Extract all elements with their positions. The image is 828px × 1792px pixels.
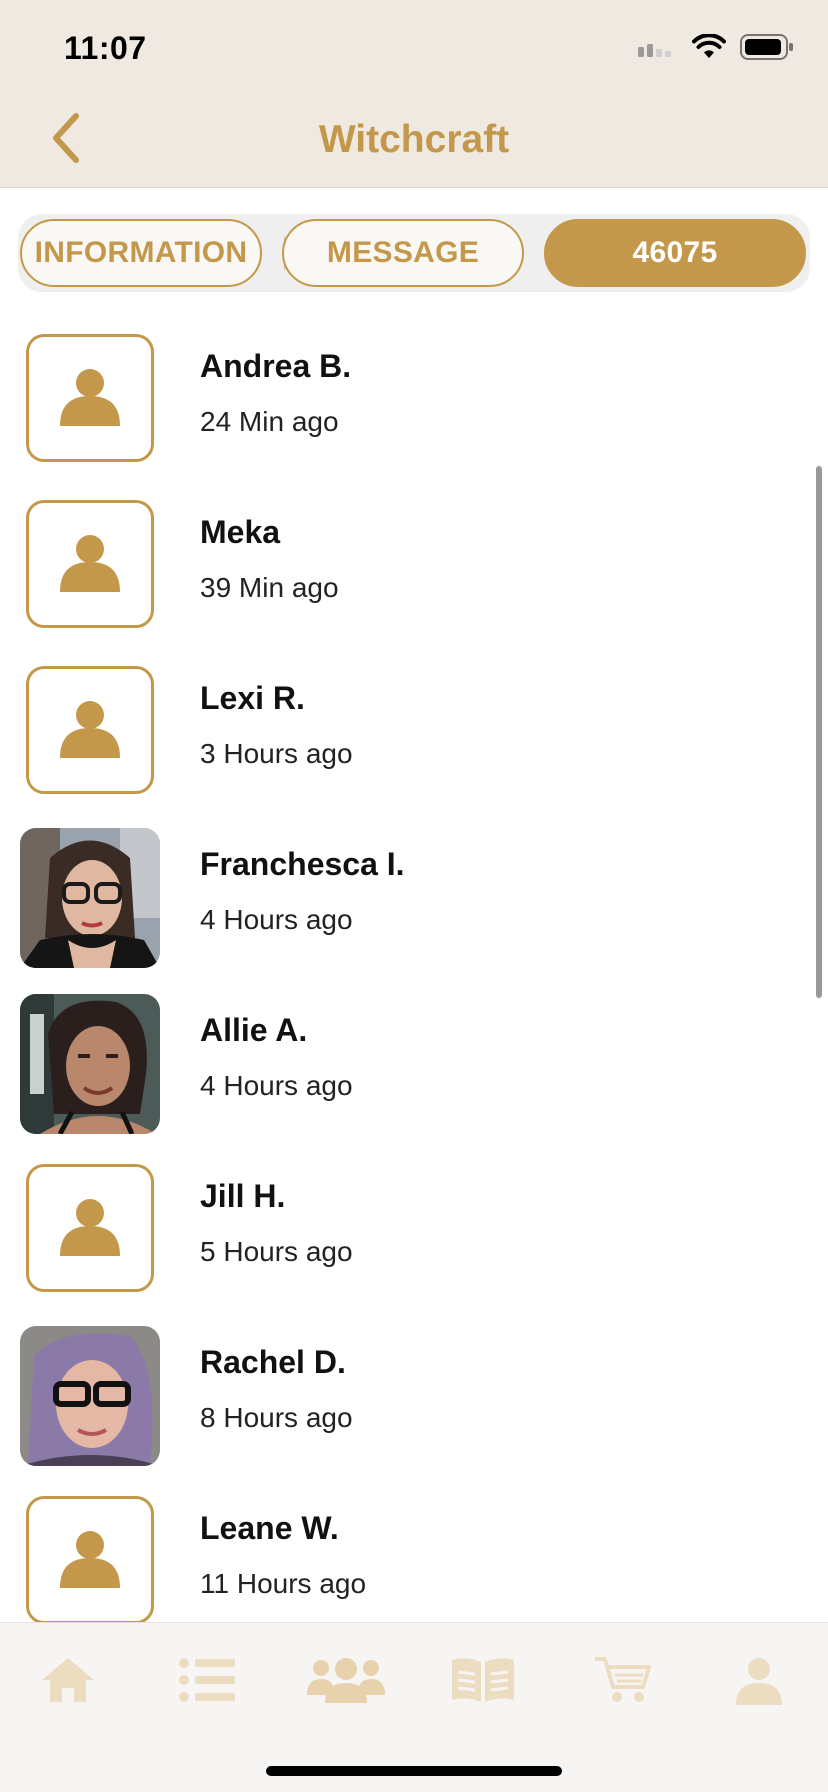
wifi-icon [692,33,726,65]
avatar-placeholder [26,334,154,462]
person-icon [58,364,122,433]
battery-icon [740,34,794,65]
member-last-active: 3 Hours ago [200,738,353,769]
member-name: Andrea B. [200,348,352,384]
list-item[interactable]: Andrea B. 24 Min ago [0,318,828,484]
tab-cart[interactable] [572,1647,672,1717]
member-name: Leane W. [200,1510,339,1546]
tab-message[interactable]: MESSAGE [282,219,524,287]
person-icon [58,696,122,765]
status-bar: 11:07 [0,0,828,92]
avatar-placeholder [26,666,154,794]
cart-icon [593,1655,651,1710]
status-time: 11:07 [64,30,147,66]
member-last-active: 4 Hours ago [200,904,353,935]
segment-control: INFORMATION MESSAGE 46075 [18,214,810,292]
member-last-active: 4 Hours ago [200,1070,353,1101]
profile-icon [734,1655,784,1710]
home-indicator [266,1766,562,1776]
member-name: Franchesca I. [200,846,405,882]
scrollbar[interactable] [816,466,822,998]
tab-home[interactable] [18,1647,118,1717]
member-last-active: 8 Hours ago [200,1402,353,1433]
person-icon [58,530,122,599]
tab-members-count[interactable]: 46075 [544,219,806,287]
member-name: Meka [200,514,281,550]
list-item[interactable]: Jill H. 5 Hours ago [0,1148,828,1314]
member-last-active: 24 Min ago [200,406,339,437]
list-item[interactable]: Franchesca I. 4 Hours ago [0,816,828,982]
member-name: Jill H. [200,1178,286,1214]
list-item[interactable]: Rachel D. 8 Hours ago [0,1314,828,1480]
avatar-placeholder [26,1496,154,1622]
member-last-active: 11 Hours ago [200,1568,367,1599]
tab-groups[interactable] [296,1647,396,1717]
person-icon [58,1526,122,1595]
avatar-placeholder [26,1164,154,1292]
list-item[interactable]: Allie A. 4 Hours ago [0,982,828,1148]
member-name: Lexi R. [200,680,305,716]
member-last-active: 39 Min ago [200,572,339,603]
groups-icon [303,1655,389,1710]
cellular-signal-icon [638,37,678,62]
nav-bar: Witchcraft [0,92,828,188]
list-item[interactable]: Lexi R. 3 Hours ago [0,650,828,816]
avatar [20,994,160,1134]
page-title: Witchcraft [318,118,510,161]
member-name: Rachel D. [200,1344,346,1380]
status-icons [638,33,794,65]
list-item[interactable]: Meka 39 Min ago [0,484,828,650]
book-icon [450,1656,516,1709]
person-icon [58,1194,122,1263]
list-item[interactable]: Leane W. 11 Hours ago [0,1480,828,1622]
tab-book[interactable] [433,1647,533,1717]
avatar [20,828,160,968]
avatar [20,1326,160,1466]
list-icon [177,1657,237,1708]
tab-profile[interactable] [709,1647,809,1717]
avatar-placeholder [26,500,154,628]
member-name: Allie A. [200,1012,308,1048]
tab-information[interactable]: INFORMATION [20,219,262,287]
member-list: Andrea B. 24 Min ago Meka 39 Min ago Lex… [0,318,828,1622]
tab-list[interactable] [157,1647,257,1717]
home-icon [38,1654,98,1711]
member-last-active: 5 Hours ago [200,1236,353,1267]
